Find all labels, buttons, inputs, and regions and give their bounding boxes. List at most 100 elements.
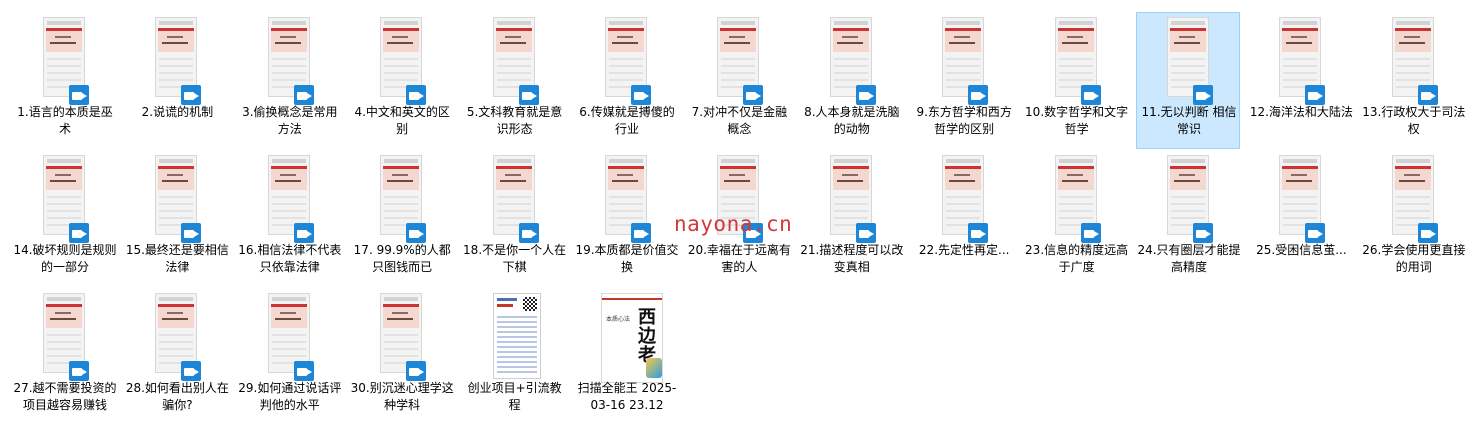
file-name-label: 10.数字哲学和文字哲学 <box>1025 105 1129 136</box>
file-item[interactable]: 24.只有圈层才能提高精度 <box>1136 150 1241 287</box>
video-file-icon <box>855 85 876 105</box>
file-item[interactable]: 19.本质都是价值交换 <box>574 150 679 287</box>
video-file-icon <box>293 85 314 105</box>
file-item[interactable]: 8.人本身就是洗脑的动物 <box>799 12 903 149</box>
file-name-label: 2.说谎的机制 <box>141 105 214 119</box>
file-name-label: 4.中文和英文的区别 <box>354 105 450 136</box>
file-item[interactable]: 16.相信法律不代表只依靠法律 <box>237 150 341 287</box>
video-file-icon <box>855 223 876 243</box>
file-name-label: 21.描述程度可以改变真相 <box>800 243 904 274</box>
video-file-icon <box>1305 85 1326 105</box>
file-item[interactable]: 29.如何通过说话评判他的水平 <box>237 288 341 425</box>
video-thumbnail <box>35 155 95 243</box>
file-item[interactable]: 7.对冲不仅是金融概念 <box>686 12 790 149</box>
file-name-label: 20.幸福在于远离有害的人 <box>687 243 791 274</box>
file-name-label: 24.只有圈层才能提高精度 <box>1137 243 1241 274</box>
file-item[interactable]: 14.破坏规则是规则的一部分 <box>12 150 117 287</box>
video-file-icon <box>293 223 314 243</box>
file-item[interactable]: 1.语言的本质是巫术 <box>12 12 116 149</box>
video-file-icon <box>1417 223 1438 243</box>
file-name-label: 29.如何通过说话评判他的水平 <box>238 381 342 412</box>
file-item[interactable]: 3.偷换概念是常用方法 <box>237 12 341 149</box>
video-thumbnail <box>260 293 320 381</box>
file-name-label: 30.别沉迷心理学这种学科 <box>350 381 454 412</box>
video-thumbnail <box>260 17 320 105</box>
video-thumbnail <box>597 155 657 243</box>
video-file-icon <box>406 223 427 243</box>
file-name-label: 1.语言的本质是巫术 <box>17 105 113 136</box>
file-item[interactable]: 28.如何看出别人在骗你? <box>124 288 229 425</box>
video-file-icon <box>968 85 989 105</box>
document-page <box>492 293 541 379</box>
video-thumbnail <box>822 155 882 243</box>
file-row: 27.越不需要投资的项目越容易赚钱 28.如何看出别人在骗你? 29.如何通过说话评… <box>12 288 1482 426</box>
file-item[interactable]: 27.越不需要投资的项目越容易赚钱 <box>12 288 117 425</box>
video-thumbnail <box>1159 155 1219 243</box>
video-thumbnail <box>485 155 545 243</box>
document-thumbnail <box>485 293 545 379</box>
video-file-icon <box>1193 223 1213 243</box>
video-file-icon <box>631 85 651 105</box>
file-name-label: 15.最终还是要相信法律 <box>125 243 229 274</box>
app-logo-icon <box>646 358 662 378</box>
video-file-icon <box>69 361 89 381</box>
video-thumbnail <box>1271 17 1331 105</box>
file-item[interactable]: 22.先定性再定... <box>911 150 1015 287</box>
file-name-label: 6.传媒就是搏傻的行业 <box>579 105 675 136</box>
video-file-icon <box>518 223 539 243</box>
file-name-label: 26.学会使用更直接的用词 <box>1362 243 1466 274</box>
file-item[interactable]: 2.说谎的机制 <box>124 12 228 149</box>
file-name-label: 18.不是你一个人在下棋 <box>463 243 567 274</box>
file-item[interactable]: 26.学会使用更直接的用词 <box>1361 150 1465 287</box>
file-name-label: 3.偷换概念是常用方法 <box>242 105 338 136</box>
file-name-label: 5.文科教育就是意识形态 <box>466 105 563 136</box>
file-name-label: 19.本质都是价值交换 <box>575 243 679 274</box>
file-item[interactable]: 创业项目+引流教程 <box>462 288 566 425</box>
video-thumbnail <box>147 293 207 381</box>
video-thumbnail <box>597 17 657 105</box>
qr-code-icon <box>522 297 537 311</box>
file-name-label: 11.无以判断 相信常识 <box>1141 105 1237 136</box>
video-thumbnail <box>35 17 95 105</box>
file-row: 1.语言的本质是巫术 2.说谎的机制 3.偷换概念是常用方法 4.中文和英文的区别 5.… <box>12 12 1482 150</box>
file-item[interactable]: 21.描述程度可以改变真相 <box>799 150 903 287</box>
file-item[interactable]: 18.不是你一个人在下棋 <box>462 150 566 287</box>
video-thumbnail <box>372 17 432 105</box>
file-name-label: 27.越不需要投资的项目越容易赚钱 <box>13 381 117 412</box>
video-thumbnail <box>485 17 545 105</box>
file-item[interactable]: 30.别沉迷心理学这种学科 <box>349 288 454 425</box>
video-thumbnail <box>260 155 320 243</box>
file-name-label: 17. 99.9%的人都只图钱而已 <box>353 243 451 274</box>
video-thumbnail <box>1271 155 1331 243</box>
file-item[interactable]: 25.受困信息茧... <box>1248 150 1352 287</box>
video-file-icon <box>181 85 202 105</box>
file-item[interactable]: 10.数字哲学和文字哲学 <box>1024 12 1128 149</box>
video-file-icon <box>1193 85 1213 105</box>
file-item[interactable]: 12.海洋法和大陆法 <box>1248 12 1353 149</box>
poster-title: 西边老 <box>638 307 656 366</box>
file-item[interactable]: 11.无以判断 相信常识 <box>1136 12 1240 149</box>
video-file-icon <box>69 223 89 243</box>
file-item[interactable]: 5.文科教育就是意识形态 <box>462 12 566 149</box>
file-name-label: 创业项目+引流教程 <box>467 381 562 412</box>
file-item[interactable]: 4.中文和英文的区别 <box>349 12 453 149</box>
video-thumbnail <box>147 155 207 243</box>
file-item[interactable]: 13.行政权大于司法权 <box>1361 12 1465 149</box>
file-name-label: 13.行政权大于司法权 <box>1362 105 1466 136</box>
video-thumbnail <box>1384 17 1444 105</box>
video-thumbnail <box>1047 155 1107 243</box>
file-item[interactable]: 9.东方哲学和西方哲学的区别 <box>911 12 1015 149</box>
file-item[interactable]: 15.最终还是要相信法律 <box>124 150 229 287</box>
video-file-icon <box>181 361 202 381</box>
file-item[interactable]: 本质心法 西边老 扫描全能王 2025-03-16 23.12 <box>574 288 678 425</box>
video-thumbnail <box>934 17 994 105</box>
video-file-icon <box>69 85 89 105</box>
file-item[interactable]: 23.信息的精度远高于广度 <box>1024 150 1128 287</box>
file-name-label: 扫描全能王 2025-03-16 23.12 <box>577 381 677 412</box>
file-name-label: 23.信息的精度远高于广度 <box>1025 243 1129 274</box>
file-item[interactable]: 6.传媒就是搏傻的行业 <box>574 12 678 149</box>
video-thumbnail <box>934 155 994 243</box>
file-name-label: 22.先定性再定... <box>918 243 1010 257</box>
file-item[interactable]: 17. 99.9%的人都只图钱而已 <box>349 150 453 287</box>
video-thumbnail <box>1384 155 1444 243</box>
